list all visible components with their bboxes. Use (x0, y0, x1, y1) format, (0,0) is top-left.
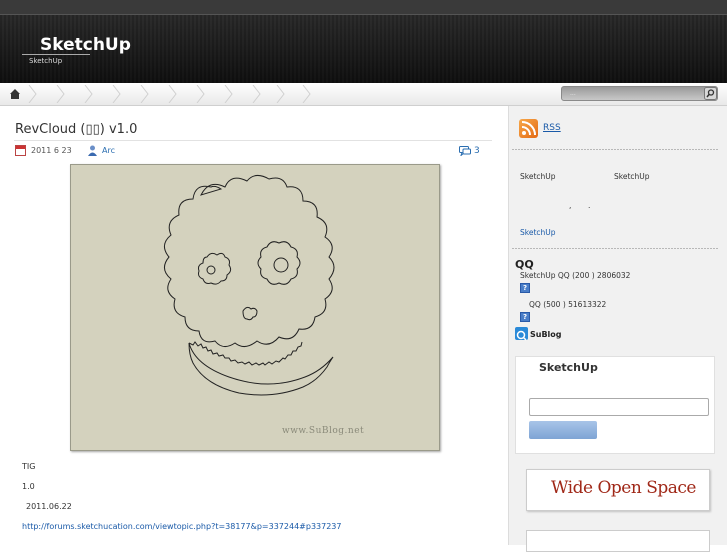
calendar-icon (15, 145, 26, 156)
nav-item-10[interactable] (276, 85, 286, 103)
home-button[interactable] (0, 83, 28, 105)
nav-item-4[interactable] (112, 85, 122, 103)
revcloud-drawing (164, 175, 335, 396)
widget-title: SketchUp (539, 361, 598, 374)
post-title[interactable]: RevCloud (▯▯) v1.0 (15, 122, 137, 137)
body-line-2: 1.0 (22, 482, 35, 491)
top-bar (0, 0, 727, 15)
bottom-banner[interactable] (526, 530, 710, 552)
site-subtitle: SketchUp (29, 57, 63, 65)
banner-text: Wide Open Space (551, 478, 696, 498)
post-image[interactable] (70, 164, 440, 451)
body-line-1: TIG (22, 462, 36, 471)
site-title[interactable]: SketchUp (40, 35, 131, 55)
nav-item-2[interactable] (56, 85, 66, 103)
nav-item-7[interactable] (196, 85, 206, 103)
sublog-icon[interactable] (515, 327, 528, 341)
sidebar-divider (512, 248, 718, 249)
sidebar-divider (512, 149, 718, 150)
qq-line-2: QQ (500 ) 51613322 (529, 300, 607, 309)
body-line-3: 2011.06.22 (26, 502, 72, 511)
qq-title: QQ (515, 258, 534, 271)
rss-link[interactable]: RSS (543, 123, 561, 133)
sidebar-text-d: . (588, 201, 591, 210)
search-icon[interactable] (704, 87, 717, 100)
widget-search-input[interactable] (529, 398, 709, 416)
search-input[interactable]: ... (561, 86, 718, 101)
nav-item-1[interactable] (28, 85, 38, 103)
comment-count[interactable]: 3 (474, 146, 480, 156)
qq-icon[interactable]: ? (520, 312, 530, 322)
post-author[interactable]: Arc (102, 146, 115, 155)
forum-link[interactable]: http://forums.sketchucation.com/viewtopi… (22, 522, 341, 531)
nav-item-6[interactable] (168, 85, 178, 103)
nav-item-11[interactable] (302, 85, 312, 103)
nav-item-3[interactable] (84, 85, 94, 103)
rss-icon[interactable] (519, 119, 538, 138)
user-icon (88, 145, 97, 156)
sidebar-text-b: SketchUp (614, 172, 650, 181)
title-divider (14, 140, 492, 141)
nav-item-5[interactable] (140, 85, 150, 103)
qq-icon[interactable]: ? (520, 283, 530, 293)
title-underline (22, 54, 90, 55)
nav-item-8[interactable] (224, 85, 234, 103)
comment-icon[interactable] (459, 146, 471, 156)
sidebar-link-sketchup[interactable]: SketchUp (520, 228, 556, 237)
post-date: 2011 6 23 (31, 146, 72, 155)
sidebar-text-a: SketchUp (520, 172, 556, 181)
sidebar-text-c: , (569, 201, 572, 210)
sublog-label[interactable]: SuBlog (530, 330, 562, 339)
qq-line-1: SketchUp QQ (200 ) 2806032 (520, 271, 631, 280)
widget-search-button[interactable] (529, 421, 597, 439)
nav-item-9[interactable] (252, 85, 262, 103)
image-watermark: www.SuBlog.net (282, 426, 365, 436)
